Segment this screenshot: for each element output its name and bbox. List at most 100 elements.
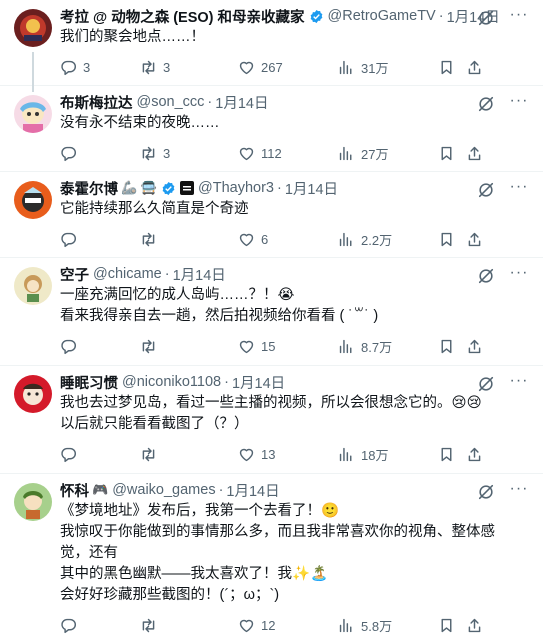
verified-badge-icon bbox=[310, 9, 322, 23]
retweet-icon bbox=[142, 447, 155, 461]
timestamp[interactable]: 1月14日 bbox=[173, 264, 226, 285]
heart-icon bbox=[239, 448, 254, 461]
more-icon[interactable]: ··· bbox=[509, 93, 529, 114]
retweet-icon bbox=[142, 232, 155, 246]
heart-icon bbox=[239, 147, 254, 160]
views-icon bbox=[339, 447, 352, 461]
grok-icon[interactable] bbox=[477, 267, 495, 285]
grok-icon[interactable] bbox=[477, 181, 495, 199]
avatar[interactable] bbox=[14, 9, 52, 47]
more-icon[interactable]: ··· bbox=[509, 373, 529, 394]
avatar[interactable] bbox=[14, 181, 52, 219]
tweet-text: 我们的聚会地点……！ bbox=[60, 29, 205, 45]
timestamp[interactable]: 1月14日 bbox=[232, 372, 285, 393]
views-button[interactable]: 8.7万 bbox=[338, 337, 438, 356]
tweet[interactable]: 怀科 🎮 @waiko_games · 1月14日 ··· 《梦境地址》发布后，… bbox=[0, 474, 543, 634]
bookmark-button[interactable] bbox=[438, 59, 466, 76]
reply-button[interactable] bbox=[60, 617, 140, 634]
tweet-text: 一座充满回忆的成人岛屿……？！😭 看来我得亲自去一趟，然后拍视频给你看看 ( ˙… bbox=[60, 287, 379, 324]
views-button[interactable]: 2.2万 bbox=[338, 230, 438, 249]
share-button[interactable] bbox=[466, 446, 486, 463]
reply-icon bbox=[61, 146, 76, 161]
retweet-button[interactable] bbox=[140, 617, 238, 634]
more-icon[interactable]: ··· bbox=[509, 179, 529, 200]
avatar[interactable] bbox=[14, 483, 52, 521]
share-button[interactable] bbox=[466, 145, 486, 162]
bookmark-icon bbox=[441, 339, 452, 353]
views-button[interactable]: 5.8万 bbox=[338, 616, 438, 635]
timestamp[interactable]: 1月14日 bbox=[285, 178, 338, 199]
display-name[interactable]: 泰霍尔博 bbox=[60, 178, 118, 199]
grok-icon[interactable] bbox=[477, 9, 495, 27]
reply-icon bbox=[61, 618, 76, 633]
tweet-text: 它能持续那么久简直是个奇迹 bbox=[60, 201, 249, 217]
more-icon[interactable]: ··· bbox=[509, 265, 529, 286]
tweet[interactable]: 睡眠习惯 @niconiko1108 · 1月14日 ··· 我也去过梦见岛，看… bbox=[0, 366, 543, 474]
display-name[interactable]: 考拉 @ 动物之森 (ESO) 和母亲收藏家 bbox=[60, 6, 305, 27]
reply-button[interactable] bbox=[60, 231, 140, 248]
handle[interactable]: @son_ccc bbox=[137, 94, 205, 110]
reply-button[interactable] bbox=[60, 145, 140, 162]
share-button[interactable] bbox=[466, 338, 486, 355]
bookmark-button[interactable] bbox=[438, 231, 466, 248]
avatar[interactable] bbox=[14, 267, 52, 305]
reply-button[interactable]: 3 bbox=[60, 59, 140, 76]
like-button[interactable]: 112 bbox=[238, 145, 338, 162]
grok-icon[interactable] bbox=[477, 95, 495, 113]
like-button[interactable]: 12 bbox=[238, 617, 338, 634]
reply-icon bbox=[61, 60, 76, 75]
share-button[interactable] bbox=[466, 59, 486, 76]
tweet[interactable]: 空子 @chicame · 1月14日 ··· 一座充满回忆的成人岛屿……？！😭… bbox=[0, 258, 543, 366]
reply-button[interactable] bbox=[60, 446, 140, 463]
avatar[interactable] bbox=[14, 375, 52, 413]
display-name[interactable]: 怀科 bbox=[60, 480, 89, 501]
handle[interactable]: @RetroGameTV bbox=[328, 8, 436, 24]
views-button[interactable]: 27万 bbox=[338, 144, 438, 163]
tweet[interactable]: 考拉 @ 动物之森 (ESO) 和母亲收藏家 @RetroGameTV · 1月… bbox=[0, 0, 543, 92]
like-button[interactable]: 6 bbox=[238, 231, 338, 248]
share-icon bbox=[468, 339, 481, 353]
action-bar: 13 18万 bbox=[60, 437, 533, 471]
retweet-button[interactable]: 3 bbox=[140, 145, 238, 162]
display-name[interactable]: 布斯梅拉达 bbox=[60, 92, 133, 113]
retweet-button[interactable] bbox=[140, 338, 238, 355]
handle[interactable]: @niconiko1108 bbox=[122, 374, 221, 390]
retweet-icon bbox=[142, 60, 155, 74]
tweet[interactable]: 泰霍尔博 🦾 🚍 @Thayhor3 · 1月14日 ··· 它能持续那么久简直… bbox=[0, 172, 543, 258]
share-icon bbox=[468, 447, 481, 461]
timestamp[interactable]: 1月14日 bbox=[215, 92, 268, 113]
views-button[interactable]: 31万 bbox=[338, 58, 438, 77]
retweet-button[interactable] bbox=[140, 446, 238, 463]
more-icon[interactable]: ··· bbox=[509, 481, 529, 502]
bookmark-button[interactable] bbox=[438, 617, 466, 634]
retweet-button[interactable] bbox=[140, 231, 238, 248]
bookmark-button[interactable] bbox=[438, 338, 466, 355]
handle[interactable]: @waiko_games bbox=[112, 482, 215, 498]
bookmark-icon bbox=[441, 618, 452, 632]
timestamp[interactable]: 1月14日 bbox=[226, 480, 279, 501]
handle[interactable]: @Thayhor3 bbox=[198, 180, 274, 196]
avatar[interactable] bbox=[14, 95, 52, 133]
handle[interactable]: @chicame bbox=[93, 266, 162, 282]
grok-icon[interactable] bbox=[477, 375, 495, 393]
retweet-button[interactable]: 3 bbox=[140, 59, 238, 76]
more-icon[interactable]: ··· bbox=[509, 7, 529, 28]
heart-icon bbox=[239, 233, 254, 246]
share-button[interactable] bbox=[466, 617, 486, 634]
bookmark-button[interactable] bbox=[438, 145, 466, 162]
like-button[interactable]: 267 bbox=[238, 59, 338, 76]
retweet-icon bbox=[142, 618, 155, 632]
bookmark-button[interactable] bbox=[438, 446, 466, 463]
like-button[interactable]: 15 bbox=[238, 338, 338, 355]
tweet-text: 《梦境地址》发布后，我第一个去看了！🙂 我惊叹于你能做到的事情那么多，而且我非常… bbox=[60, 503, 495, 603]
views-button[interactable]: 18万 bbox=[338, 445, 438, 464]
bookmark-icon bbox=[441, 232, 452, 246]
action-bar: 15 8.7万 bbox=[60, 329, 533, 363]
display-name[interactable]: 空子 bbox=[60, 264, 89, 285]
like-button[interactable]: 13 bbox=[238, 446, 338, 463]
reply-button[interactable] bbox=[60, 338, 140, 355]
tweet[interactable]: 布斯梅拉达 @son_ccc · 1月14日 ··· 没有永不结束的夜晚…… 3… bbox=[0, 86, 543, 172]
display-name[interactable]: 睡眠习惯 bbox=[60, 372, 118, 393]
share-button[interactable] bbox=[466, 231, 486, 248]
grok-icon[interactable] bbox=[477, 483, 495, 501]
